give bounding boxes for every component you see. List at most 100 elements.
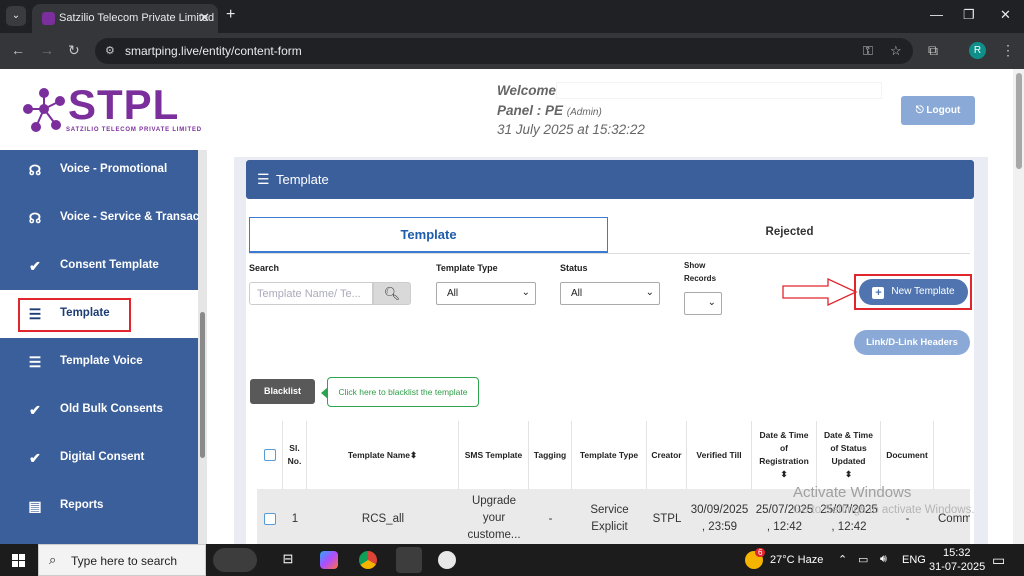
new-template-button[interactable]: + New Template [859,279,968,305]
sidebar-item-digital-consent[interactable]: ✔ Digital Consent [0,434,198,482]
col-header-template-name[interactable]: Template Name ⬍ [307,421,459,489]
logo: STPL SATZILIO TELECOM PRIVATE LIMITED [0,69,207,150]
sidebar-item-voice-promotional[interactable]: ☊ Voice - Promotional [0,146,198,194]
sidebar-item-label: Reports [60,499,104,511]
tab-strip: Template Rejected [249,217,970,254]
network-icon[interactable]: ▭ [858,553,868,566]
template-type-select[interactable]: All ⌄ [436,282,536,305]
language-indicator[interactable]: ENG [902,554,926,566]
site-info-icon[interactable]: ⚙ [105,44,115,57]
site-favicon-icon [42,12,55,25]
select-all-checkbox-cell[interactable] [257,421,283,489]
show-records-label: Show [684,261,706,270]
row-checkbox[interactable] [264,513,276,525]
panel-title: Template [276,172,329,187]
chrome-profile-icon[interactable] [396,547,422,573]
tray-chevron-icon[interactable]: ⌃ [838,553,847,566]
template-table: Sl. No. Template Name ⬍ SMS Template Tagg… [257,421,970,544]
cricket-widget-icon[interactable] [213,548,257,572]
tab-search-icon[interactable]: ⌄ [6,6,26,26]
show-records-select[interactable]: ⌄ [684,292,722,315]
taskbar-search[interactable]: ⌕ Type here to search [38,544,206,576]
sidebar-item-reports[interactable]: ▤ Reports [0,482,198,530]
restore-icon[interactable]: ❐ [963,7,975,23]
search-icon: ⌕ [49,552,57,567]
notification-center-icon[interactable]: ▭ [992,552,1005,569]
tab-title: Satzilio Telecom Private Limited [59,12,215,24]
link-headers-button[interactable]: Link/D-Link Headers [854,330,970,355]
cell-creator: STPL [652,512,682,525]
col-header-sms-template: SMS Template [459,421,529,489]
list-icon: ☰ [28,354,42,370]
omnibox[interactable]: ⚙ smartping.live/entity/content-form ⚿ ☆ [95,38,913,64]
col-header-more [934,421,970,489]
sidebar-item-voice-service[interactable]: ☊ Voice - Service & Transac [0,194,199,242]
search-label: Search [249,263,280,273]
col-header-creator: Creator [647,421,687,489]
start-icon[interactable] [12,554,26,568]
tab-close-icon[interactable]: ✕ [199,10,210,26]
extensions-icon[interactable]: ⧉ [928,42,938,59]
voice-icon: ☊ [28,162,42,178]
paint-icon[interactable] [438,551,456,569]
clipboard-icon: ▤ [28,498,42,514]
password-key-icon[interactable]: ⚿ [863,43,873,59]
forward-icon[interactable]: → [40,42,54,58]
check-circle-icon: ✔ [29,258,41,274]
page-scrollbar[interactable] [1013,69,1024,544]
clock-time[interactable]: 15:32 [943,547,971,559]
sort-icon[interactable]: ⬍ [410,449,417,462]
profile-avatar[interactable]: R [969,42,986,59]
minimize-icon[interactable]: — [930,7,943,22]
volume-icon[interactable]: 🔊︎ [880,553,887,566]
sidebar-scroll-thumb[interactable] [200,312,205,458]
page-scroll-thumb[interactable] [1016,73,1022,169]
logout-icon: ⎋ [915,105,924,116]
sidebar-item-consent-template[interactable]: ✔ Consent Template [0,242,198,290]
select-all-checkbox[interactable] [263,449,276,461]
sort-icon[interactable]: ⬍ [780,468,787,481]
col-header-registration[interactable]: Date & Time of Registration ⬍ [752,421,817,489]
task-view-icon[interactable]: ⊟ [279,551,297,569]
tab-template[interactable]: Template [249,217,608,253]
status-select[interactable]: All ⌄ [560,282,660,305]
col-header-tagging: Tagging [529,421,572,489]
reload-icon[interactable]: ↻ [68,42,80,59]
search-input[interactable]: Template Name/ Te... [249,282,373,305]
sidebar-item-template-voice[interactable]: ☰ Template Voice [0,338,198,386]
window-close-icon[interactable]: ✕ [1000,7,1011,23]
col-header-document: Document [881,421,934,489]
browser-menu-icon[interactable]: ⋮ [1001,42,1015,59]
new-tab-button[interactable]: + [226,6,235,24]
logout-button[interactable]: ⎋ Logout [901,96,975,125]
col-header-template-type: Template Type [572,421,647,489]
sidebar-scrollbar[interactable] [198,150,207,544]
search-icon: 🔍︎ [383,286,401,301]
cell-tagging: - [548,512,553,525]
browser-tab[interactable]: Satzilio Telecom Private Limited ✕ [32,4,218,33]
weather-text[interactable]: 27°C Haze [770,554,823,566]
bookmark-star-icon[interactable]: ☆ [890,43,902,59]
blacklist-tooltip: Click here to blacklist the template [321,377,479,407]
status-label: Status [560,263,588,273]
sort-icon[interactable]: ⬍ [845,468,852,481]
browser-tab-bar: ⌄ Satzilio Telecom Private Limited ✕ + —… [0,0,1024,33]
list-icon: ☰ [257,171,270,187]
show-records-label-2: Records [684,274,717,283]
url-text[interactable]: smartping.live/entity/content-form [125,44,302,58]
cell-template-name: RCS_all [361,512,405,525]
blacklist-button[interactable]: Blacklist [250,379,315,404]
panel-header: ☰ Template [246,160,974,199]
activate-windows-subtext: Go to Settings to activate Windows. [793,504,975,516]
col-header-status-updated[interactable]: Date & Time of Status Updated ⬍ [817,421,881,489]
tab-rejected[interactable]: Rejected [609,217,970,253]
chrome-icon[interactable] [359,551,377,569]
copilot-icon[interactable] [320,551,338,569]
chevron-down-icon: ⌄ [707,297,716,308]
clock-date[interactable]: 31-07-2025 [929,561,985,573]
sidebar-item-old-bulk-consents[interactable]: ✔ Old Bulk Consents [0,386,198,434]
search-button[interactable]: 🔍︎ [373,282,411,305]
row-checkbox-cell[interactable] [257,489,283,544]
sidebar-item-label: Old Bulk Consents [60,403,163,415]
back-icon[interactable]: ← [11,42,25,58]
